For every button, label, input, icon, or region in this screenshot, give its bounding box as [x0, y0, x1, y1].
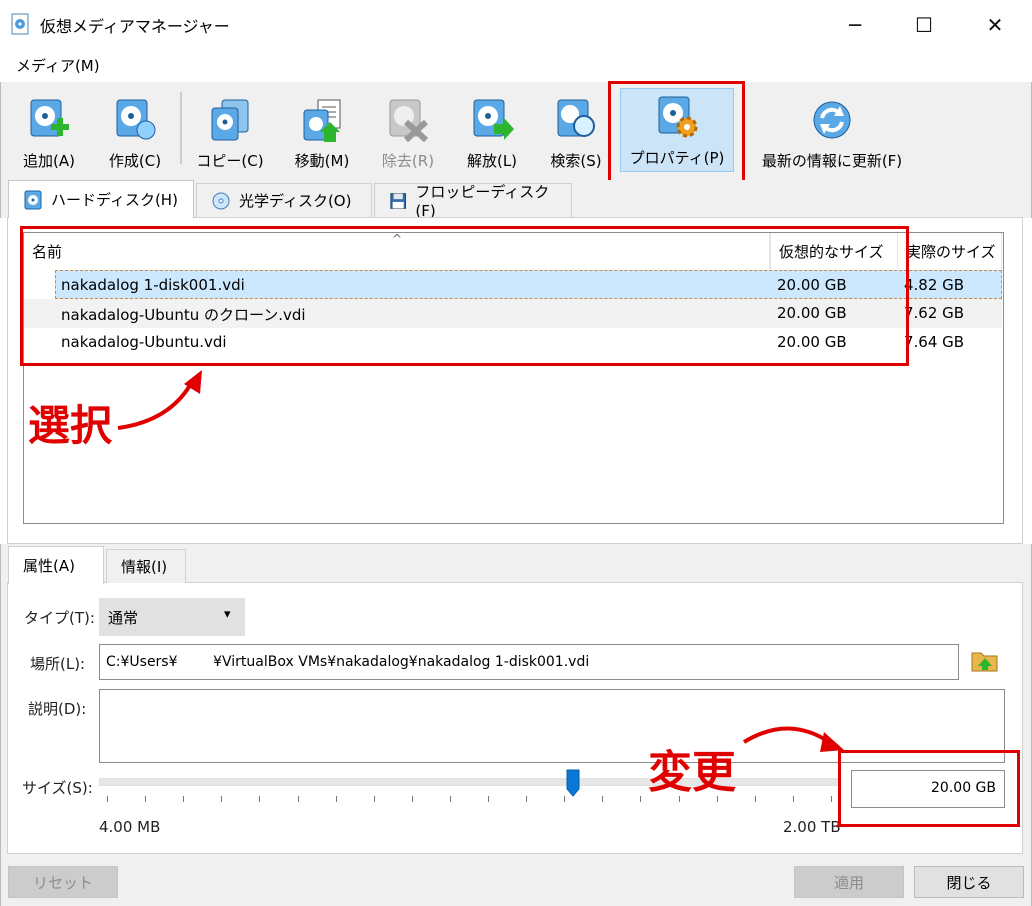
close-window-button[interactable]: ✕ [972, 8, 1018, 42]
size-max-label: 2.00 TB [783, 818, 841, 836]
change-annotation: 変更 [648, 747, 736, 798]
remove-button[interactable]: 除去(R) [372, 92, 444, 172]
add-button[interactable]: 追加(A) [14, 92, 84, 172]
select-arrow-icon [117, 370, 202, 430]
folder-icon [971, 652, 998, 672]
tab-floppy-disk-label: フロッピーディスク(F) [415, 183, 550, 220]
slider-tick [297, 796, 299, 802]
size-min-label: 4.00 MB [99, 818, 161, 836]
column-header-actual-size[interactable]: 実際のサイズ [898, 233, 1002, 269]
refresh-label: 最新の情報に更新(F) [761, 152, 903, 170]
menu-media[interactable]: メディア(M) [16, 55, 100, 76]
slider-tick [602, 796, 604, 802]
slider-tick [564, 796, 566, 802]
add-disk-icon [30, 99, 69, 137]
type-select[interactable]: 通常 ▾ [99, 598, 245, 636]
floppy-disk-icon [390, 192, 406, 209]
release-button[interactable]: 解放(L) [456, 92, 528, 172]
column-header-actual-size-label: 実際のサイズ [906, 242, 996, 261]
tab-info-label: 情報(I) [121, 558, 168, 576]
toolbar-separator [180, 92, 182, 164]
slider-tick [831, 796, 832, 802]
slider-tick [259, 796, 261, 802]
chevron-down-icon: ▾ [224, 607, 231, 622]
slider-tick [145, 796, 147, 802]
slider-tick [488, 796, 490, 802]
location-field[interactable]: C:¥Users¥ ¥VirtualBox VMs¥nakadalog¥naka… [99, 644, 959, 680]
row-actual-size: 7.62 GB [904, 304, 965, 322]
app-icon [11, 13, 31, 39]
tab-optical-disk[interactable]: 光学ディスク(O) [196, 183, 372, 217]
tab-hard-disk[interactable]: ハードディスク(H) [8, 180, 194, 218]
create-disk-icon [116, 99, 156, 140]
refresh-button[interactable]: 最新の情報に更新(F) [752, 92, 912, 172]
tab-optical-disk-label: 光学ディスク(O) [239, 192, 352, 210]
search-label: 検索(S) [550, 152, 602, 170]
description-label: 説明(D): [28, 700, 87, 718]
window-title: 仮想メディアマネージャー [40, 17, 230, 36]
row-actual-size: 4.82 GB [904, 276, 965, 294]
slider-tick [449, 796, 451, 802]
minimize-button[interactable]: ─ [832, 8, 878, 42]
change-arrow-icon [742, 726, 844, 752]
refresh-icon [813, 101, 851, 139]
copy-button[interactable]: コピー(C) [192, 92, 268, 172]
optical-disk-icon [212, 192, 230, 209]
copy-label: コピー(C) [196, 152, 264, 170]
slider-tick [373, 796, 375, 802]
tab-info[interactable]: 情報(I) [106, 549, 186, 583]
add-label: 追加(A) [23, 152, 75, 170]
slider-tick [640, 796, 642, 802]
location-label: 場所(L): [30, 655, 86, 673]
tab-hard-disk-label: ハードディスク(H) [51, 191, 178, 209]
browse-folder-button[interactable] [970, 648, 1000, 678]
slider-tick [792, 796, 794, 802]
copy-disk-icon [211, 99, 249, 141]
list-highlight-box [20, 226, 909, 366]
move-disk-icon [303, 99, 341, 142]
remove-label: 除去(R) [381, 152, 435, 170]
slider-tick [183, 796, 185, 802]
row-actual-size: 7.64 GB [904, 333, 965, 351]
release-label: 解放(L) [466, 152, 518, 170]
reset-button[interactable]: リセット [8, 866, 118, 898]
slider-tick [754, 796, 756, 802]
tab-floppy-disk[interactable]: フロッピーディスク(F) [374, 183, 572, 220]
apply-button[interactable]: 適用 [794, 866, 904, 898]
slider-tick [526, 796, 528, 802]
search-disk-icon [557, 99, 595, 137]
remove-disk-icon [389, 99, 429, 142]
tab-attributes[interactable]: 属性(A) [8, 546, 104, 584]
slider-thumb[interactable] [566, 769, 580, 797]
search-button[interactable]: 検索(S) [540, 92, 612, 172]
slider-tick [107, 796, 108, 802]
release-disk-icon [473, 99, 514, 140]
properties-highlight-box [608, 81, 745, 185]
maximize-button[interactable]: ☐ [901, 8, 947, 42]
slider-tick [221, 796, 223, 802]
type-label: タイプ(T): [24, 609, 95, 627]
size-highlight-box [838, 750, 1020, 827]
close-button[interactable]: 閉じる [914, 866, 1024, 898]
move-button[interactable]: 移動(M) [284, 92, 360, 172]
slider-tick [411, 796, 413, 802]
tab-attributes-label: 属性(A) [23, 557, 75, 575]
menu-bar [0, 50, 1032, 82]
size-label: サイズ(S): [22, 779, 93, 797]
move-label: 移動(M) [294, 152, 350, 170]
type-value: 通常 [108, 609, 139, 627]
slider-tick [335, 796, 337, 802]
hard-disk-icon [24, 190, 42, 209]
select-annotation: 選択 [28, 401, 113, 450]
create-button[interactable]: 作成(C) [100, 92, 170, 172]
create-label: 作成(C) [108, 152, 162, 170]
